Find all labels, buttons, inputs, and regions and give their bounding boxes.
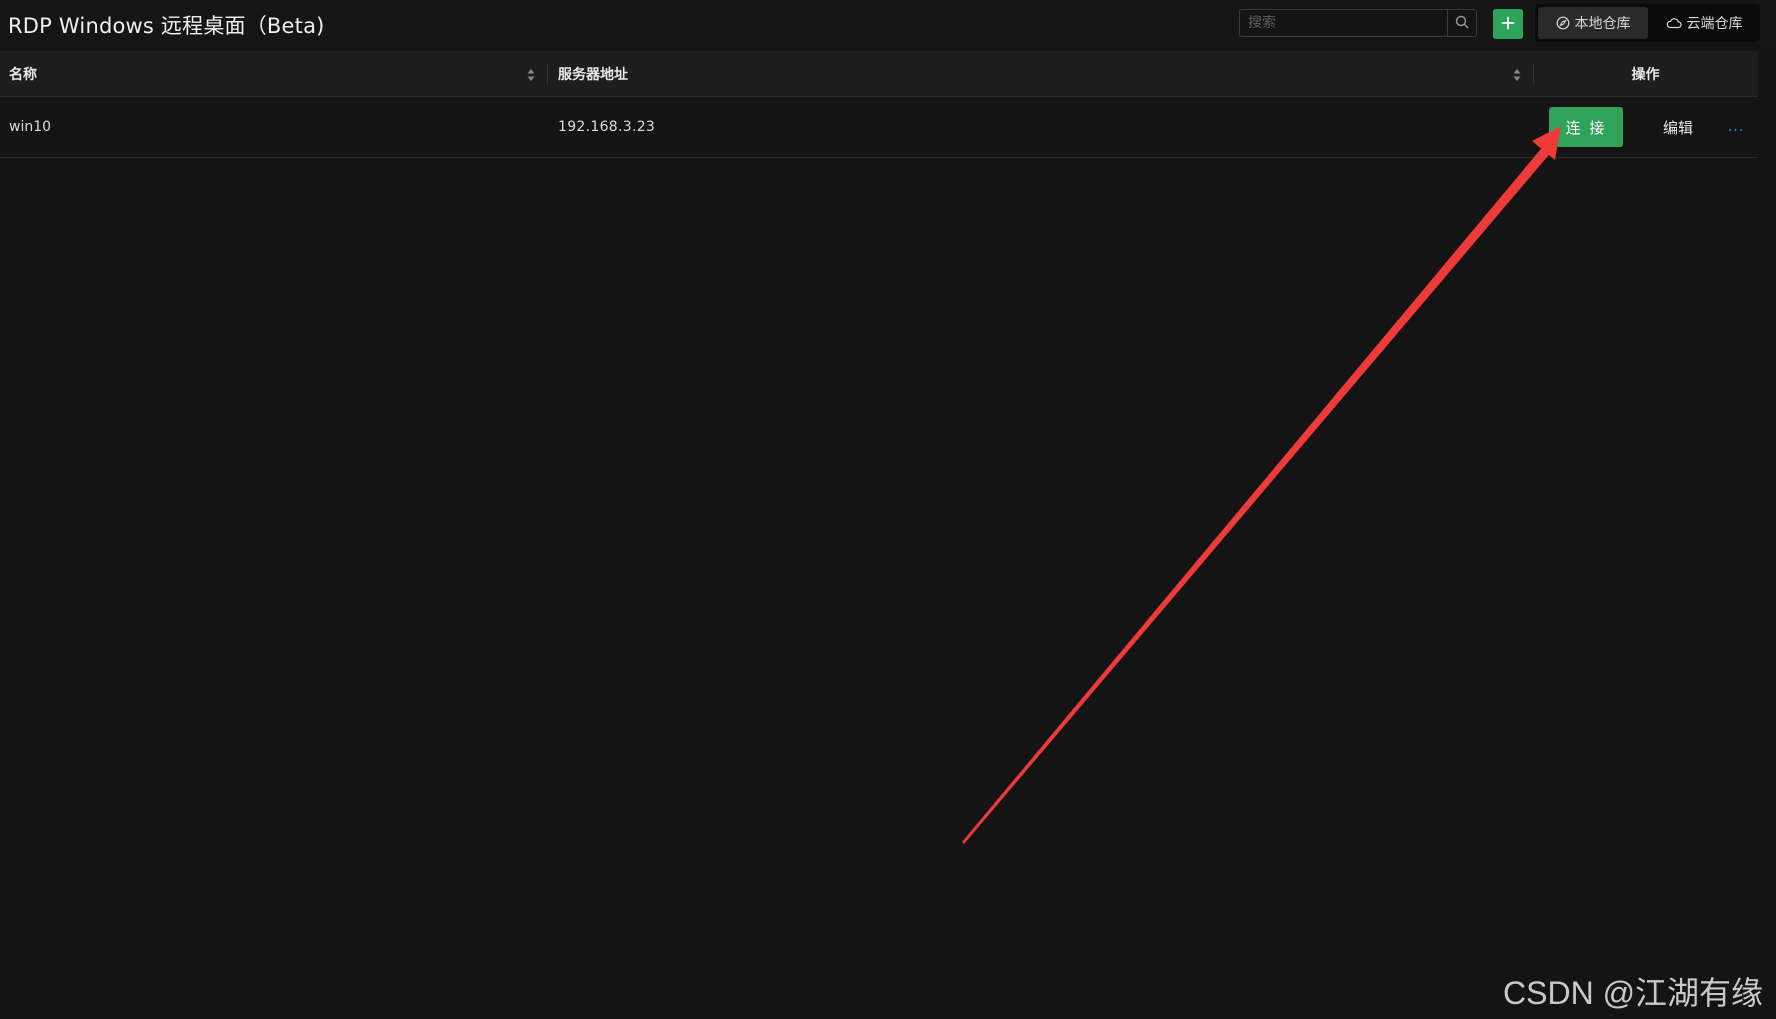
table-header: 名称 服务器地址 操作 (0, 51, 1758, 97)
compass-icon (1556, 16, 1575, 30)
connect-button[interactable]: 连 接 (1549, 107, 1623, 147)
app-header: RDP Windows 远程桌面（Beta) 搜索 本地仓库 云端仓库 (0, 0, 1776, 48)
tab-cloud-repo[interactable]: 云端仓库 (1651, 7, 1757, 39)
app-window: RDP Windows 远程桌面（Beta) 搜索 本地仓库 云端仓库 名称 服… (0, 0, 1776, 1019)
repo-toggle: 本地仓库 云端仓库 (1535, 4, 1760, 42)
tab-local-repo-label: 本地仓库 (1574, 16, 1631, 32)
cell-name: win10 (9, 119, 52, 135)
add-connection-button[interactable] (1493, 9, 1523, 39)
watermark-text: CSDN @江湖有缘 (1503, 975, 1764, 1011)
column-divider[interactable] (547, 63, 548, 85)
column-header-actions: 操作 (1631, 67, 1660, 83)
column-header-name: 名称 (9, 67, 37, 83)
search-icon (1455, 14, 1469, 33)
sort-name-icon[interactable] (526, 67, 536, 83)
cloud-icon (1666, 17, 1687, 29)
edit-button[interactable]: 编辑 (1656, 107, 1700, 147)
search-input[interactable] (1240, 10, 1448, 36)
tab-local-repo[interactable]: 本地仓库 (1538, 7, 1648, 39)
search-box (1239, 9, 1477, 37)
sort-address-icon[interactable] (1512, 67, 1522, 83)
column-header-address: 服务器地址 (558, 67, 628, 83)
tab-cloud-repo-label: 云端仓库 (1686, 16, 1743, 32)
more-actions-button[interactable]: ... (1724, 107, 1748, 147)
plus-icon (1501, 15, 1515, 34)
table-row: win10 192.168.3.23 连 接 编辑 ... (0, 97, 1758, 158)
page-title: RDP Windows 远程桌面（Beta) (8, 14, 325, 38)
search-button[interactable] (1447, 10, 1476, 36)
cell-address: 192.168.3.23 (558, 119, 656, 135)
